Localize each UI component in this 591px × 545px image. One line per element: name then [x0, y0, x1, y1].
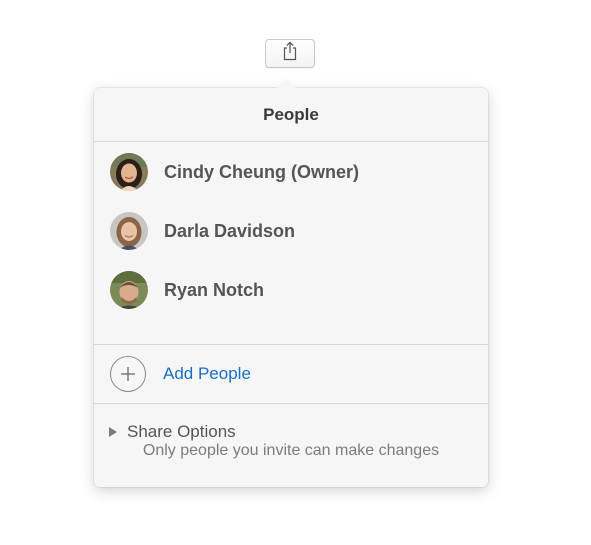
avatar	[110, 212, 148, 250]
person-name: Cindy Cheung (Owner)	[164, 161, 359, 182]
avatar	[110, 153, 148, 191]
disclosure-triangle-icon	[109, 427, 117, 437]
popover-title: People	[94, 88, 488, 142]
person-row-cindy[interactable]: Cindy Cheung (Owner)	[110, 153, 359, 191]
people-list: Cindy Cheung (Owner) Darla Davidson Ryan…	[94, 142, 488, 345]
person-row-darla[interactable]: Darla Davidson	[110, 212, 295, 250]
people-popover: People Cindy Cheung (Owner) Darla Davids…	[94, 79, 488, 487]
add-people-button[interactable]: Add People	[94, 345, 488, 404]
person-name: Ryan Notch	[164, 279, 265, 300]
share-options-label: Share Options	[127, 422, 236, 441]
permission-note: Only people you invite can make changes	[142, 442, 440, 459]
add-people-label: Add People	[163, 364, 251, 383]
person-name: Darla Davidson	[164, 220, 296, 241]
share-icon	[282, 41, 298, 66]
popover-arrow	[275, 79, 297, 89]
avatar	[110, 271, 148, 309]
plus-circle-icon	[110, 356, 146, 392]
person-row-ryan[interactable]: Ryan Notch	[110, 271, 264, 309]
share-button[interactable]	[265, 39, 315, 68]
